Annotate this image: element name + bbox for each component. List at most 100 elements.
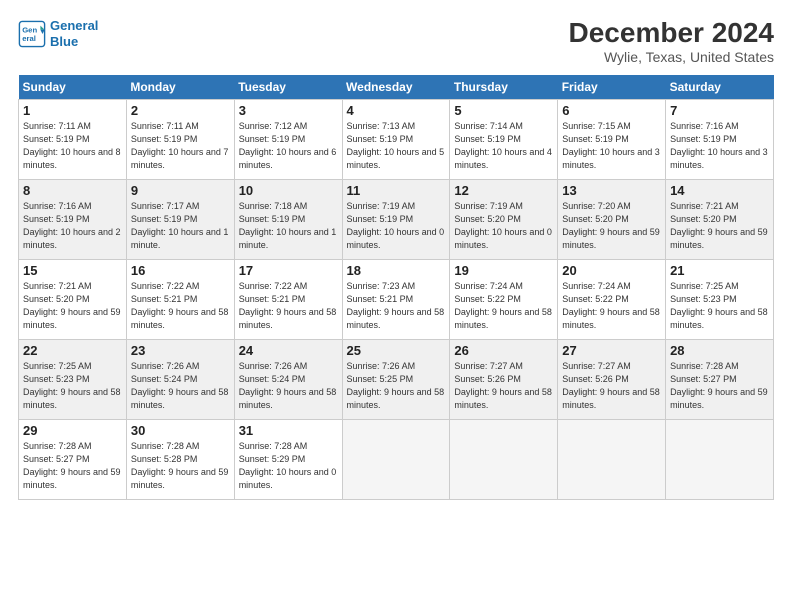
calendar-cell bbox=[342, 419, 450, 499]
day-number: 29 bbox=[23, 423, 122, 438]
calendar-cell: 21 Sunrise: 7:25 AM Sunset: 5:23 PM Dayli… bbox=[666, 259, 774, 339]
main-title: December 2024 bbox=[569, 18, 774, 49]
day-number: 6 bbox=[562, 103, 661, 118]
calendar-cell: 12 Sunrise: 7:19 AM Sunset: 5:20 PM Dayli… bbox=[450, 179, 558, 259]
calendar-cell: 10 Sunrise: 7:18 AM Sunset: 5:19 PM Dayli… bbox=[234, 179, 342, 259]
title-block: December 2024 Wylie, Texas, United State… bbox=[569, 18, 774, 65]
calendar-cell: 25Sunrise: 7:26 AM Sunset: 5:25 PM Dayli… bbox=[342, 339, 450, 419]
day-number: 20 bbox=[562, 263, 661, 278]
day-header-sunday: Sunday bbox=[19, 75, 127, 100]
calendar-body: 1 Sunrise: 7:11 AM Sunset: 5:19 PM Daylig… bbox=[19, 99, 774, 499]
day-number: 19 bbox=[454, 263, 553, 278]
day-number: 11 bbox=[347, 183, 446, 198]
day-number: 27 bbox=[562, 343, 661, 358]
cell-info: Sunrise: 7:16 AM Sunset: 5:19 PM Dayligh… bbox=[670, 120, 769, 172]
day-number: 18 bbox=[347, 263, 446, 278]
calendar-header-row: SundayMondayTuesdayWednesdayThursdayFrid… bbox=[19, 75, 774, 100]
cell-info: Sunrise: 7:26 AM Sunset: 5:24 PM Dayligh… bbox=[131, 360, 230, 412]
calendar-cell: 17 Sunrise: 7:22 AM Sunset: 5:21 PM Dayli… bbox=[234, 259, 342, 339]
day-number: 25 bbox=[347, 343, 446, 358]
day-number: 10 bbox=[239, 183, 338, 198]
cell-info: Sunrise: 7:13 AM Sunset: 5:19 PM Dayligh… bbox=[347, 120, 446, 172]
page: Gen eral General Blue December 2024 Wyli… bbox=[0, 0, 792, 612]
day-number: 23 bbox=[131, 343, 230, 358]
day-number: 24 bbox=[239, 343, 338, 358]
calendar-cell: 9Sunrise: 7:17 AM Sunset: 5:19 PM Daylig… bbox=[126, 179, 234, 259]
calendar-cell: 30 Sunrise: 7:28 AM Sunset: 5:28 PM Dayli… bbox=[126, 419, 234, 499]
week-row-5: 29Sunrise: 7:28 AM Sunset: 5:27 PM Dayli… bbox=[19, 419, 774, 499]
cell-info: Sunrise: 7:26 AM Sunset: 5:24 PM Dayligh… bbox=[239, 360, 338, 412]
day-number: 12 bbox=[454, 183, 553, 198]
calendar-cell bbox=[666, 419, 774, 499]
cell-info: Sunrise: 7:16 AM Sunset: 5:19 PM Dayligh… bbox=[23, 200, 122, 252]
cell-info: Sunrise: 7:23 AM Sunset: 5:21 PM Dayligh… bbox=[347, 280, 446, 332]
calendar-cell: 31Sunrise: 7:28 AM Sunset: 5:29 PM Dayli… bbox=[234, 419, 342, 499]
calendar-cell: 29Sunrise: 7:28 AM Sunset: 5:27 PM Dayli… bbox=[19, 419, 127, 499]
cell-info: Sunrise: 7:12 AM Sunset: 5:19 PM Dayligh… bbox=[239, 120, 338, 172]
calendar-cell: 24 Sunrise: 7:26 AM Sunset: 5:24 PM Dayli… bbox=[234, 339, 342, 419]
day-number: 21 bbox=[670, 263, 769, 278]
cell-info: Sunrise: 7:19 AM Sunset: 5:19 PM Dayligh… bbox=[347, 200, 446, 252]
calendar-cell bbox=[450, 419, 558, 499]
day-number: 13 bbox=[562, 183, 661, 198]
day-number: 28 bbox=[670, 343, 769, 358]
day-number: 17 bbox=[239, 263, 338, 278]
cell-info: Sunrise: 7:22 AM Sunset: 5:21 PM Dayligh… bbox=[239, 280, 338, 332]
day-header-saturday: Saturday bbox=[666, 75, 774, 100]
cell-info: Sunrise: 7:28 AM Sunset: 5:28 PM Dayligh… bbox=[131, 440, 230, 492]
calendar-cell: 11 Sunrise: 7:19 AM Sunset: 5:19 PM Dayli… bbox=[342, 179, 450, 259]
calendar-cell: 14Sunrise: 7:21 AM Sunset: 5:20 PM Dayli… bbox=[666, 179, 774, 259]
week-row-2: 8Sunrise: 7:16 AM Sunset: 5:19 PM Daylig… bbox=[19, 179, 774, 259]
cell-info: Sunrise: 7:24 AM Sunset: 5:22 PM Dayligh… bbox=[454, 280, 553, 332]
day-number: 7 bbox=[670, 103, 769, 118]
calendar-cell: 23 Sunrise: 7:26 AM Sunset: 5:24 PM Dayli… bbox=[126, 339, 234, 419]
calendar-cell: 22Sunrise: 7:25 AM Sunset: 5:23 PM Dayli… bbox=[19, 339, 127, 419]
cell-info: Sunrise: 7:28 AM Sunset: 5:29 PM Dayligh… bbox=[239, 440, 338, 492]
header: Gen eral General Blue December 2024 Wyli… bbox=[18, 18, 774, 65]
logo-text: General Blue bbox=[50, 18, 98, 49]
calendar-cell: 1 Sunrise: 7:11 AM Sunset: 5:19 PM Daylig… bbox=[19, 99, 127, 179]
calendar-cell: 27Sunrise: 7:27 AM Sunset: 5:26 PM Dayli… bbox=[558, 339, 666, 419]
day-number: 2 bbox=[131, 103, 230, 118]
cell-info: Sunrise: 7:27 AM Sunset: 5:26 PM Dayligh… bbox=[454, 360, 553, 412]
day-header-wednesday: Wednesday bbox=[342, 75, 450, 100]
cell-info: Sunrise: 7:18 AM Sunset: 5:19 PM Dayligh… bbox=[239, 200, 338, 252]
calendar-cell: 7 Sunrise: 7:16 AM Sunset: 5:19 PM Daylig… bbox=[666, 99, 774, 179]
logo-icon: Gen eral bbox=[18, 20, 46, 48]
svg-text:Gen: Gen bbox=[22, 25, 37, 34]
cell-info: Sunrise: 7:19 AM Sunset: 5:20 PM Dayligh… bbox=[454, 200, 553, 252]
cell-info: Sunrise: 7:28 AM Sunset: 5:27 PM Dayligh… bbox=[670, 360, 769, 412]
day-number: 1 bbox=[23, 103, 122, 118]
cell-info: Sunrise: 7:25 AM Sunset: 5:23 PM Dayligh… bbox=[670, 280, 769, 332]
calendar-table: SundayMondayTuesdayWednesdayThursdayFrid… bbox=[18, 75, 774, 500]
day-number: 30 bbox=[131, 423, 230, 438]
day-header-friday: Friday bbox=[558, 75, 666, 100]
day-header-monday: Monday bbox=[126, 75, 234, 100]
day-number: 15 bbox=[23, 263, 122, 278]
day-header-tuesday: Tuesday bbox=[234, 75, 342, 100]
day-header-thursday: Thursday bbox=[450, 75, 558, 100]
day-number: 5 bbox=[454, 103, 553, 118]
calendar-cell: 13Sunrise: 7:20 AM Sunset: 5:20 PM Dayli… bbox=[558, 179, 666, 259]
calendar-cell: 18 Sunrise: 7:23 AM Sunset: 5:21 PM Dayli… bbox=[342, 259, 450, 339]
day-number: 16 bbox=[131, 263, 230, 278]
calendar-cell: 16 Sunrise: 7:22 AM Sunset: 5:21 PM Dayli… bbox=[126, 259, 234, 339]
day-number: 4 bbox=[347, 103, 446, 118]
calendar-cell: 26Sunrise: 7:27 AM Sunset: 5:26 PM Dayli… bbox=[450, 339, 558, 419]
cell-info: Sunrise: 7:11 AM Sunset: 5:19 PM Dayligh… bbox=[23, 120, 122, 172]
calendar-cell: 8Sunrise: 7:16 AM Sunset: 5:19 PM Daylig… bbox=[19, 179, 127, 259]
calendar-cell: 4 Sunrise: 7:13 AM Sunset: 5:19 PM Daylig… bbox=[342, 99, 450, 179]
calendar-cell: 28 Sunrise: 7:28 AM Sunset: 5:27 PM Dayli… bbox=[666, 339, 774, 419]
calendar-cell: 15Sunrise: 7:21 AM Sunset: 5:20 PM Dayli… bbox=[19, 259, 127, 339]
cell-info: Sunrise: 7:15 AM Sunset: 5:19 PM Dayligh… bbox=[562, 120, 661, 172]
week-row-3: 15Sunrise: 7:21 AM Sunset: 5:20 PM Dayli… bbox=[19, 259, 774, 339]
svg-text:eral: eral bbox=[22, 34, 36, 43]
day-number: 9 bbox=[131, 183, 230, 198]
cell-info: Sunrise: 7:24 AM Sunset: 5:22 PM Dayligh… bbox=[562, 280, 661, 332]
cell-info: Sunrise: 7:22 AM Sunset: 5:21 PM Dayligh… bbox=[131, 280, 230, 332]
day-number: 3 bbox=[239, 103, 338, 118]
cell-info: Sunrise: 7:14 AM Sunset: 5:19 PM Dayligh… bbox=[454, 120, 553, 172]
cell-info: Sunrise: 7:11 AM Sunset: 5:19 PM Dayligh… bbox=[131, 120, 230, 172]
logo: Gen eral General Blue bbox=[18, 18, 98, 49]
cell-info: Sunrise: 7:21 AM Sunset: 5:20 PM Dayligh… bbox=[670, 200, 769, 252]
